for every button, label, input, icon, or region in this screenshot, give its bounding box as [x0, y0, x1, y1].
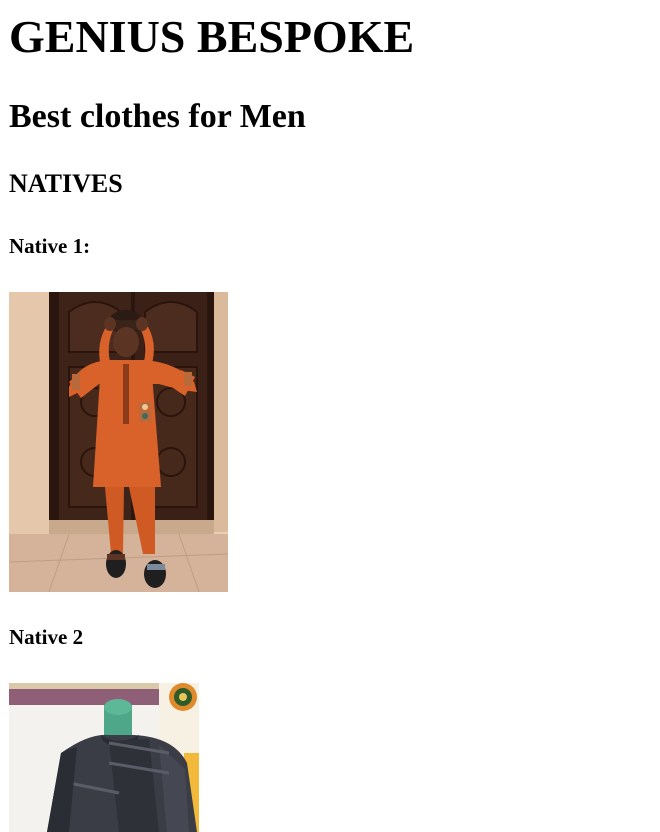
native-2-photo — [9, 683, 199, 832]
site-subtitle: Best clothes for Men — [9, 98, 306, 135]
native-2-label: Native 2 — [9, 625, 84, 649]
native-1-label: Native 1: — [9, 234, 91, 258]
site-title: GENIUS BESPOKE — [9, 11, 415, 62]
section-heading-natives: NATIVES — [9, 169, 123, 198]
native-1-photo — [9, 292, 228, 592]
